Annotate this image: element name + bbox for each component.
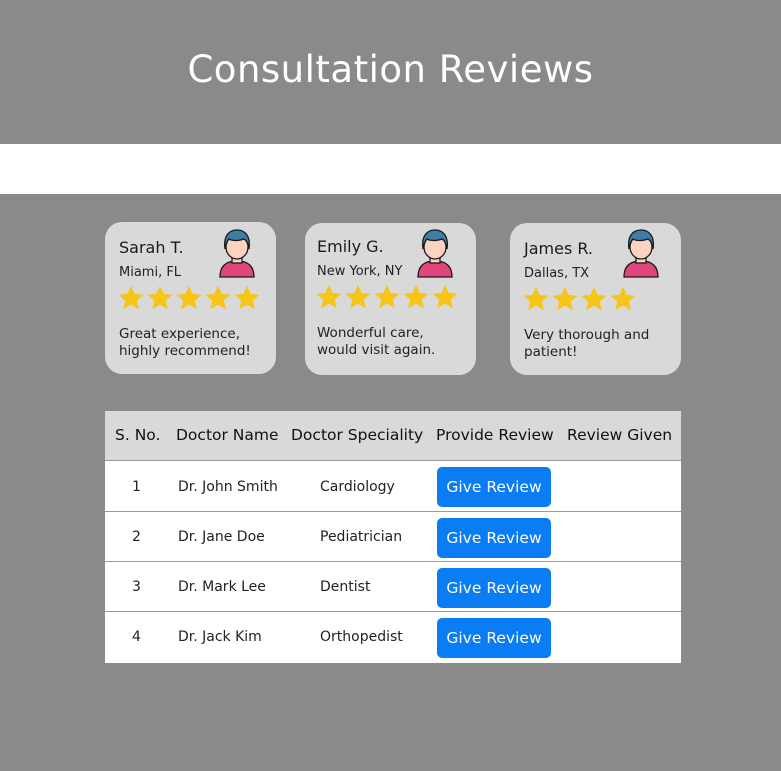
column-header-provide-review: Provide Review [436, 426, 554, 444]
star-icon [176, 285, 202, 310]
cell-sno: 1 [132, 479, 141, 495]
star-rating [117, 284, 261, 312]
column-header-speciality: Doctor Speciality [291, 426, 424, 444]
cell-sno: 4 [132, 629, 141, 645]
star-icon [432, 284, 458, 309]
cell-doctor-name: Dr. Mark Lee [178, 579, 266, 595]
star-icon [316, 284, 342, 309]
star-rating [522, 285, 637, 313]
cell-speciality: Cardiology [320, 479, 395, 495]
reviewer-name: James R. [524, 239, 594, 258]
star-icon [374, 284, 400, 309]
cell-doctor-name: Dr. Jane Doe [178, 529, 265, 545]
table-row: 1 Dr. John Smith Cardiology Give Review [105, 462, 681, 512]
review-card: Sarah T. Miami, FL Great experience, hig… [105, 222, 276, 374]
star-icon [610, 286, 636, 311]
table-header: S. No. Doctor Name Doctor Speciality Pro… [105, 411, 681, 461]
reviewer-name: Emily G. [317, 237, 384, 256]
cell-doctor-name: Dr. John Smith [178, 479, 278, 495]
give-review-button[interactable]: Give Review [437, 618, 551, 658]
star-icon [345, 284, 371, 309]
cell-speciality: Pediatrician [320, 529, 403, 545]
review-text: Very thorough and patient! [524, 327, 650, 360]
page-header: Consultation Reviews [0, 0, 781, 144]
reviewer-location: Miami, FL [119, 265, 182, 280]
table-row: 3 Dr. Mark Lee Dentist Give Review [105, 562, 681, 612]
give-review-button[interactable]: Give Review [437, 518, 551, 558]
review-card: Emily G. New York, NY Wonderful care, wo… [305, 223, 476, 375]
cell-sno: 3 [132, 579, 141, 595]
table-row: 2 Dr. Jane Doe Pediatrician Give Review [105, 512, 681, 562]
avatar-icon [417, 229, 453, 278]
column-header-sno: S. No. [115, 426, 161, 444]
white-band [0, 144, 781, 194]
star-icon [403, 284, 429, 309]
reviewer-location: New York, NY [317, 264, 403, 279]
star-icon [147, 285, 173, 310]
avatar-icon [623, 229, 659, 278]
cell-speciality: Dentist [320, 579, 371, 595]
main-content: Sarah T. Miami, FL Great experience, hig… [0, 194, 781, 771]
avatar-icon [219, 229, 255, 278]
star-rating [315, 283, 459, 311]
cell-speciality: Orthopedist [320, 629, 403, 645]
column-header-doctor-name: Doctor Name [176, 426, 279, 444]
reviewer-name: Sarah T. [119, 238, 184, 257]
cell-doctor-name: Dr. Jack Kim [178, 629, 262, 645]
column-header-review-given: Review Given [567, 426, 673, 444]
give-review-button[interactable]: Give Review [437, 467, 551, 507]
cell-sno: 2 [132, 529, 141, 545]
give-review-button[interactable]: Give Review [437, 568, 551, 608]
doctors-table: S. No. Doctor Name Doctor Speciality Pro… [105, 411, 681, 663]
review-text: Great experience, highly recommend! [119, 326, 251, 359]
star-icon [234, 285, 260, 310]
star-icon [552, 286, 578, 311]
star-icon [118, 285, 144, 310]
reviewer-location: Dallas, TX [524, 266, 590, 281]
page-title: Consultation Reviews [187, 47, 594, 91]
star-icon [205, 285, 231, 310]
table-row: 4 Dr. Jack Kim Orthopedist Give Review [105, 612, 681, 663]
star-icon [581, 286, 607, 311]
review-card: James R. Dallas, TX Very thorough and pa… [510, 223, 681, 375]
review-text: Wonderful care, would visit again. [317, 325, 436, 358]
star-icon [523, 286, 549, 311]
